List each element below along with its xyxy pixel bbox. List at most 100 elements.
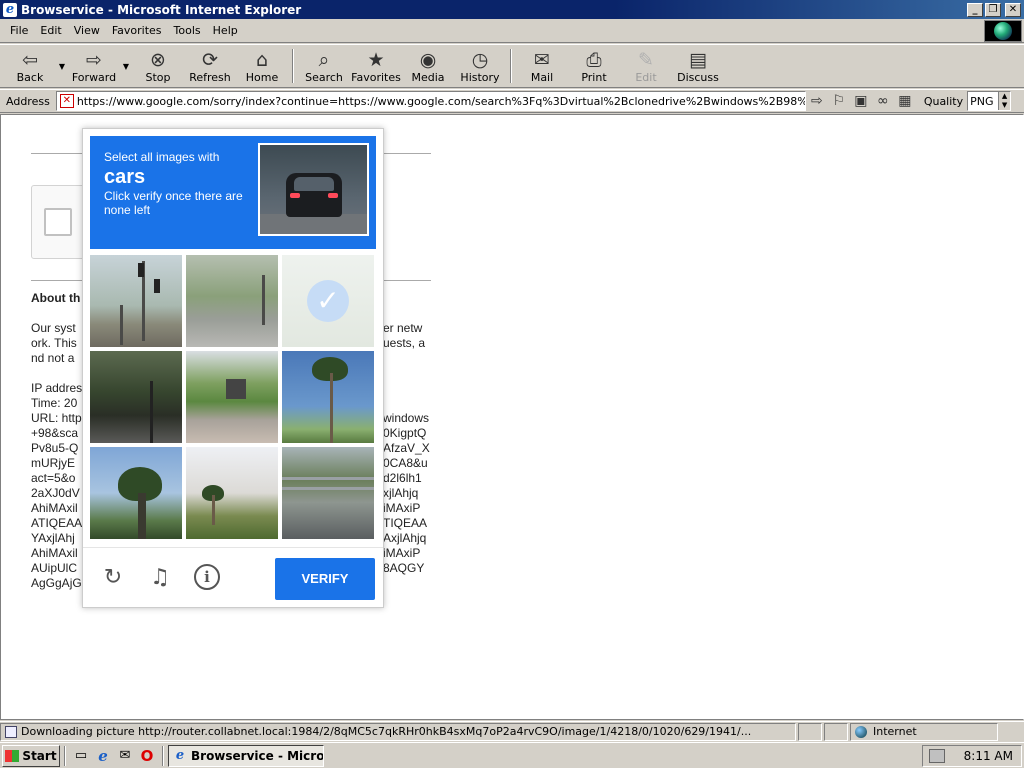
ie-logo-icon: e [175, 747, 185, 763]
back-button[interactable]: ⇦ Back [4, 45, 56, 87]
media-button[interactable]: ◉ Media [402, 45, 454, 87]
outlook-express-icon[interactable]: ✉ [115, 746, 135, 766]
forward-dropdown-icon[interactable]: ▼ [120, 45, 132, 87]
about-heading: About th [31, 291, 81, 305]
page-paragraph-right: er netw uests, a [383, 321, 426, 350]
network-tray-icon[interactable] [929, 749, 945, 763]
captcha-tile[interactable] [90, 447, 182, 539]
start-button[interactable]: Start [2, 744, 60, 767]
back-dropdown-icon[interactable]: ▼ [56, 45, 68, 87]
status-pane [798, 722, 822, 741]
captcha-tile[interactable] [90, 351, 182, 443]
title-bar: e Browservice - Microsoft Internet Explo… [0, 0, 1024, 19]
system-tray: 8:11 AM [922, 745, 1022, 767]
captcha-footer: ↻ ♫ i VERIFY [83, 547, 383, 609]
throbber-globe-icon [984, 20, 1022, 42]
favorites-button[interactable]: ★ Favorites [350, 45, 402, 87]
menu-help[interactable]: Help [207, 24, 244, 37]
home-button[interactable]: ⌂ Home [236, 45, 288, 87]
history-button[interactable]: ◷ History [454, 45, 506, 87]
refresh-button[interactable]: ⟳ Refresh [184, 45, 236, 87]
captcha-instruction: Select all images with [104, 150, 220, 164]
refresh-icon: ⟳ [202, 48, 218, 71]
address-bar: Address ✕ https://www.google.com/sorry/i… [0, 89, 1024, 113]
go-arrow-icon[interactable]: ⇨ [806, 93, 828, 109]
status-pane [824, 722, 848, 741]
printer-icon: ⎙ [586, 48, 602, 71]
menu-view[interactable]: View [68, 24, 106, 37]
edit-pencil-icon: ✎ [638, 48, 654, 71]
security-zone: Internet [873, 725, 917, 738]
internet-explorer-icon[interactable]: e [93, 746, 113, 766]
address-url: https://www.google.com/sorry/index?conti… [76, 94, 806, 108]
taskbar-separator [162, 745, 164, 766]
favorites-folder-icon: ★ [367, 48, 385, 71]
clipboard-icon[interactable]: ▦ [894, 93, 916, 109]
reload-icon[interactable]: ↻ [99, 564, 127, 592]
recaptcha-checkbox[interactable] [44, 208, 72, 236]
restore-button[interactable]: ❐ [985, 2, 1001, 17]
captcha-target: cars [104, 166, 146, 188]
captcha-tile[interactable] [90, 255, 182, 347]
home-icon: ⌂ [255, 48, 269, 71]
print-button[interactable]: ⎙ Print [568, 45, 620, 87]
quality-spinner-icon[interactable]: ▲ ▼ [998, 92, 1011, 110]
discuss-icon: ▤ [689, 48, 707, 71]
captcha-tile[interactable] [282, 351, 374, 443]
page-viewport: About th Our syst ork. This nd not a er … [0, 114, 1024, 720]
taskbar: Start ▭ e ✉ O e Browservice - Micro... 8… [0, 742, 1024, 768]
forward-button[interactable]: ⇨ Forward [68, 45, 120, 87]
captcha-image-grid: ✓ [90, 255, 376, 541]
find-binoculars-icon[interactable]: ∞ [872, 93, 894, 109]
stop-icon: ⊗ [150, 48, 166, 71]
page-meta-left: IP addres Time: 20 URL: http +98&sca Pv8… [31, 381, 83, 590]
captcha-header: Select all images with cars Click verify… [90, 136, 376, 249]
address-input[interactable]: ✕ https://www.google.com/sorry/index?con… [55, 91, 806, 111]
windows-flag-icon [5, 749, 20, 762]
quality-label: Quality [923, 94, 964, 108]
checkmark-icon: ✓ [307, 280, 349, 322]
back-arrow-icon: ⇦ [22, 48, 38, 71]
discuss-button[interactable]: ▤ Discuss [672, 45, 724, 87]
captcha-sample-image [258, 143, 369, 236]
edit-button[interactable]: ✎ Edit [620, 45, 672, 87]
captcha-subtext: Click verify once there are none left [104, 189, 243, 217]
security-zone-pane: Internet [850, 722, 998, 741]
captcha-tile[interactable] [282, 447, 374, 539]
media-icon: ◉ [419, 48, 437, 71]
history-icon: ◷ [471, 48, 489, 71]
clock: 8:11 AM [963, 749, 1013, 763]
search-icon: ⌕ [318, 48, 330, 71]
internet-globe-icon [855, 725, 867, 738]
mail-button[interactable]: ✉ Mail [516, 45, 568, 87]
menu-edit[interactable]: Edit [34, 24, 67, 37]
taskbar-item-browservice[interactable]: e Browservice - Micro... [168, 744, 324, 767]
page-meta-right: windows 0KigptQ AfzaV_X 0CA8&u d2l6lh1 x… [383, 411, 430, 575]
taskbar-separator [64, 745, 66, 766]
toolbar-separator [292, 49, 294, 83]
minimize-button[interactable]: _ [967, 2, 983, 17]
menu-favorites[interactable]: Favorites [106, 24, 168, 37]
captcha-tile[interactable] [186, 447, 278, 539]
info-icon[interactable]: i [194, 564, 220, 590]
address-label: Address [6, 94, 50, 108]
mail-icon: ✉ [534, 48, 550, 71]
menu-tools[interactable]: Tools [168, 24, 207, 37]
captcha-tile-selected[interactable]: ✓ [282, 255, 374, 347]
show-desktop-icon[interactable]: ▭ [71, 746, 91, 766]
page-view-icon[interactable]: ▣ [850, 93, 872, 109]
search-button[interactable]: ⌕ Search [298, 45, 350, 87]
menu-file[interactable]: File [0, 24, 34, 37]
broken-page-icon: ✕ [59, 94, 74, 108]
bookmark-icon[interactable]: ⚐ [828, 93, 850, 109]
quality-select[interactable]: PNG ▲ ▼ [967, 91, 1012, 111]
captcha-tile[interactable] [186, 255, 278, 347]
standard-toolbar: ⇦ Back ▼ ⇨ Forward ▼ ⊗ Stop ⟳ Refresh ⌂ Home … [0, 44, 1024, 88]
status-text: Downloading picture http://router.collab… [21, 725, 752, 738]
stop-button[interactable]: ⊗ Stop [132, 45, 184, 87]
close-button[interactable]: ✕ [1005, 2, 1021, 17]
captcha-tile[interactable] [186, 351, 278, 443]
opera-icon[interactable]: O [137, 746, 157, 766]
headphones-icon[interactable]: ♫ [146, 564, 174, 592]
verify-button[interactable]: VERIFY [275, 558, 375, 600]
